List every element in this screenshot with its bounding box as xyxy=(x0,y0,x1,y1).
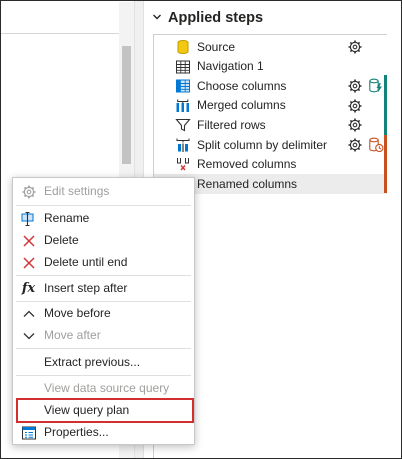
rename-icon xyxy=(20,210,37,227)
menu-item-rename[interactable]: Rename xyxy=(13,208,194,229)
step-choose-columns[interactable]: Choose columns xyxy=(154,76,387,96)
menu-item-delete[interactable]: Delete xyxy=(13,230,194,251)
gear-icon[interactable] xyxy=(347,39,363,55)
query-folding-lightning-icon xyxy=(368,77,384,95)
gear-icon xyxy=(20,183,37,200)
chevron-down-icon xyxy=(20,327,37,344)
step-split-column-by-delimiter[interactable]: Split column by delimiter xyxy=(154,135,387,155)
menu-item-label: Move before xyxy=(44,306,111,320)
menu-item-label: Properties... xyxy=(44,425,109,439)
highlight-box xyxy=(16,398,194,423)
applied-steps-header[interactable]: Applied steps xyxy=(152,10,263,26)
function-fx-icon: fx xyxy=(21,281,36,296)
menu-item-delete-until-end[interactable]: Delete until end xyxy=(13,252,194,273)
gear-icon[interactable] xyxy=(347,98,363,114)
menu-item-label: Rename xyxy=(44,211,90,225)
menu-item-extract-previous[interactable]: Extract previous... xyxy=(13,352,194,373)
close-icon xyxy=(20,254,37,271)
menu-separator xyxy=(16,275,191,276)
menu-item-move-before[interactable]: Move before xyxy=(13,303,194,324)
menu-item-label: Extract previous... xyxy=(44,355,141,369)
step-merged-columns[interactable]: Merged columns xyxy=(154,96,387,116)
menu-item-label: Edit settings xyxy=(44,184,110,198)
menu-item-label: Delete xyxy=(44,233,79,247)
chevron-down-icon[interactable] xyxy=(152,12,162,25)
step-label: Split column by delimiter xyxy=(197,137,328,152)
close-icon xyxy=(20,232,37,249)
divider xyxy=(1,33,119,34)
step-label: Merged columns xyxy=(197,98,286,113)
step-label: Choose columns xyxy=(197,78,287,93)
menu-item-label: View data source query xyxy=(44,381,170,395)
menu-item-insert-step-after[interactable]: fx Insert step after xyxy=(13,278,194,299)
applied-steps-title: Applied steps xyxy=(168,10,264,26)
properties-icon xyxy=(20,424,37,441)
step-label: Source xyxy=(197,39,236,54)
menu-separator xyxy=(16,375,191,376)
menu-item-properties[interactable]: Properties... xyxy=(13,422,194,443)
step-label: Renamed columns xyxy=(197,176,298,191)
step-label: Filtered rows xyxy=(197,117,266,132)
step-label: Navigation 1 xyxy=(197,59,264,74)
step-removed-columns[interactable]: Removed columns xyxy=(154,155,387,175)
gear-icon[interactable] xyxy=(347,117,363,133)
menu-separator xyxy=(16,301,191,302)
query-folding-clock-icon xyxy=(368,136,384,154)
database-icon xyxy=(175,39,191,55)
step-filtered-rows[interactable]: Filtered rows xyxy=(154,115,387,135)
step-label: Removed columns xyxy=(197,157,297,172)
step-navigation-1[interactable]: Navigation 1 xyxy=(154,57,387,77)
menu-item-edit-settings[interactable]: Edit settings xyxy=(13,181,194,202)
remove-columns-icon xyxy=(175,157,191,173)
context-menu: Edit settings Rename Delete Delete until… xyxy=(12,177,195,445)
menu-item-move-after[interactable]: Move after xyxy=(13,325,194,346)
choose-columns-icon xyxy=(175,78,191,94)
step-source[interactable]: Source xyxy=(154,37,387,57)
folding-indicator-bar xyxy=(384,135,387,193)
split-column-icon xyxy=(175,137,191,153)
gear-icon[interactable] xyxy=(347,137,363,153)
menu-separator xyxy=(16,348,191,349)
scrollbar-thumb[interactable] xyxy=(122,46,131,164)
chevron-up-icon xyxy=(20,305,37,322)
menu-item-view-data-source-query[interactable]: View data source query xyxy=(13,378,194,399)
menu-item-label: Delete until end xyxy=(44,255,128,269)
filter-icon xyxy=(175,117,191,133)
menu-item-label: Insert step after xyxy=(44,281,128,295)
gear-icon[interactable] xyxy=(347,78,363,94)
merge-columns-icon xyxy=(175,98,191,114)
menu-separator xyxy=(16,205,191,206)
menu-item-label: Move after xyxy=(44,328,101,342)
table-icon xyxy=(175,59,191,75)
